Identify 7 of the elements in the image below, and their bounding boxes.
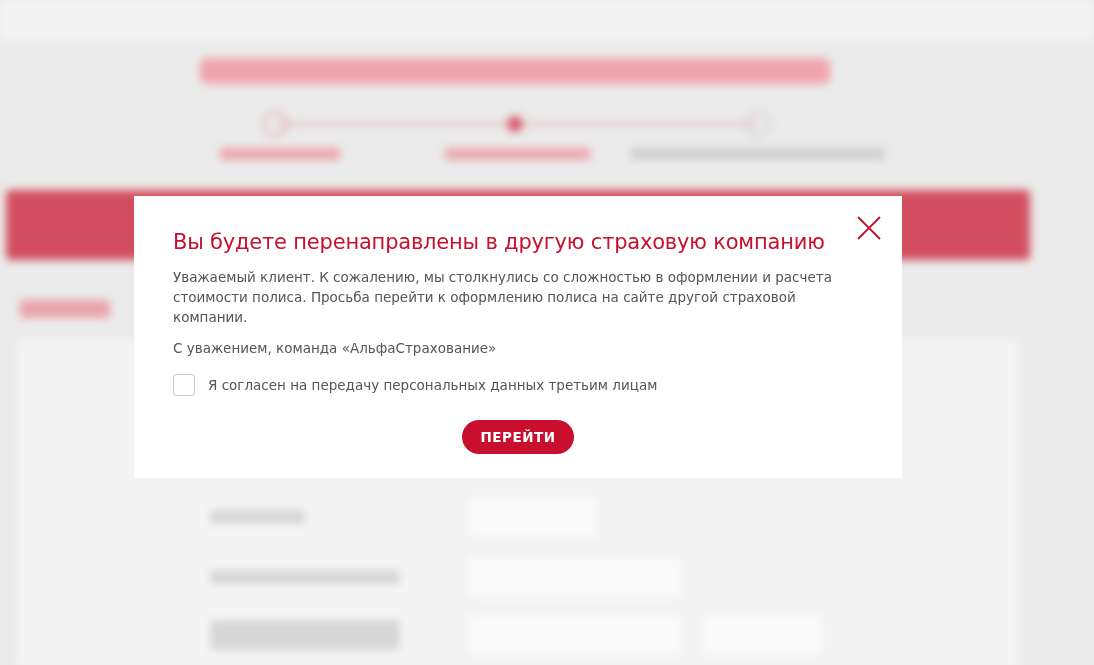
signature-text: С уважением, команда «АльфаСтрахование»	[173, 339, 498, 358]
message-text: Уважаемый клиент. К сожалению, мы столкнулись со сложностью в оформлении и расчета стоимости полиса. Просьба перейти к оформлению полиса на сайте другой страховой компании.	[173, 268, 833, 327]
dialog-title: Вы будете перенаправлены в другую страховую компанию	[173, 230, 826, 254]
consent-checkbox[interactable]	[173, 374, 195, 396]
consent-label: Я согласен на передачу персональных данных третьим лицам	[208, 377, 658, 393]
proceed-button[interactable]: ПЕРЕЙТИ	[462, 420, 574, 454]
close-icon[interactable]	[856, 215, 882, 241]
